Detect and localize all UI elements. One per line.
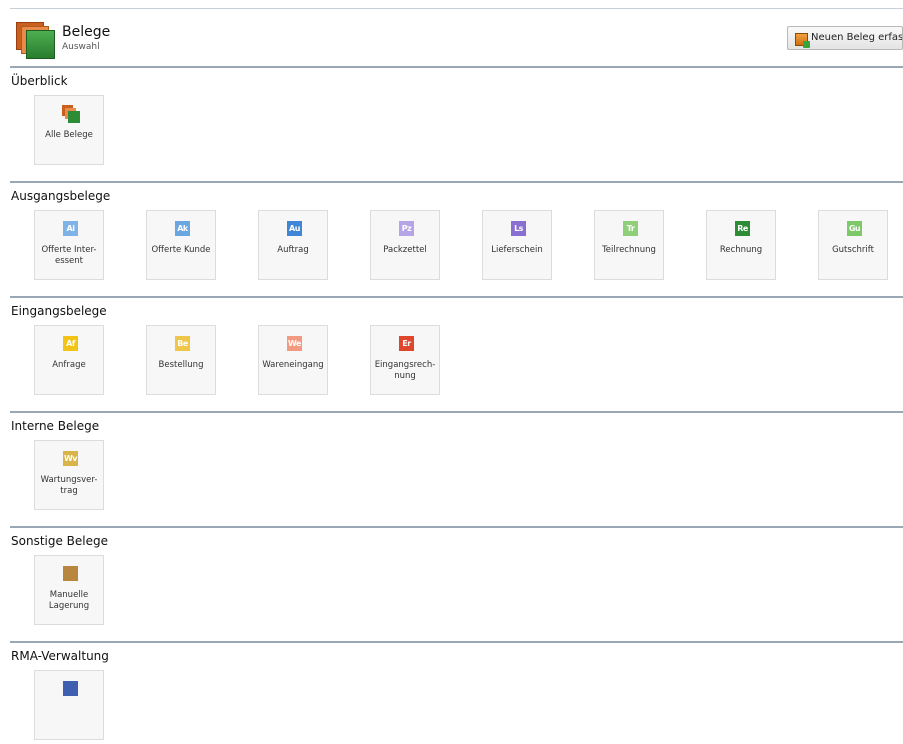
tile-label: Wartungsver-trag (40, 475, 98, 496)
section-title: Eingangsbelege (11, 304, 107, 318)
section-divider (10, 411, 903, 413)
tile-label: Gutschrift (832, 245, 874, 255)
tile-rechnung[interactable]: Re Rechnung (706, 210, 776, 280)
tile-gutschrift[interactable]: Gu Gutschrift (818, 210, 888, 280)
tile-label: Manuelle Lagerung (48, 590, 90, 611)
section-rma-verwaltung: RMA-Verwaltung (10, 641, 903, 744)
bestellung-icon: Be (175, 336, 190, 351)
auftrag-icon: Au (287, 221, 302, 236)
tile-anfrage[interactable]: Af Anfrage (34, 325, 104, 395)
tile-label: Anfrage (52, 360, 86, 370)
section-title: Ausgangsbelege (11, 189, 111, 203)
tile-row: Af Anfrage Be Bestellung We Wareneingang… (10, 319, 903, 399)
new-document-icon (795, 33, 810, 48)
top-divider (10, 8, 903, 9)
tile-label: Wareneingang (262, 360, 324, 370)
tile-row: Ai Offerte Inter-essent Ak Offerte Kunde… (10, 204, 903, 284)
tile-label: Packzettel (383, 245, 427, 255)
tile-label: Alle Belege (45, 130, 93, 140)
tile-wareneingang[interactable]: We Wareneingang (258, 325, 328, 395)
section-eingangsbelege: Eingangsbelege Af Anfrage Be Bestellung … (10, 296, 903, 399)
section-divider (10, 641, 903, 643)
tile-offerte-interessent[interactable]: Ai Offerte Inter-essent (34, 210, 104, 280)
manuelle-lagerung-icon (63, 566, 78, 581)
tile-row: Manuelle Lagerung (10, 549, 903, 629)
tile-bestellung[interactable]: Be Bestellung (146, 325, 216, 395)
section-title: RMA-Verwaltung (11, 649, 109, 663)
offerte-interessent-icon: Ai (63, 221, 78, 236)
tile-label: Bestellung (158, 360, 204, 370)
tile-offerte-kunde[interactable]: Ak Offerte Kunde (146, 210, 216, 280)
tile-label: Eingangsrech-nung (374, 360, 436, 381)
lieferschein-icon: Ls (511, 221, 526, 236)
page-header: Belege Auswahl Neuen Beleg erfassen (10, 18, 903, 64)
section-sonstige-belege: Sonstige Belege Manuelle Lagerung (10, 526, 903, 629)
tile-wartungsvertrag[interactable]: Wv Wartungsver-trag (34, 440, 104, 510)
page-title: Belege (62, 24, 111, 40)
wartungsvertrag-icon: Wv (63, 451, 78, 466)
section-overview: Überblick Alle Belege (10, 66, 903, 169)
belege-logo-icon (16, 22, 56, 59)
tile-row: Alle Belege (10, 89, 903, 169)
tile-manuelle-lagerung[interactable]: Manuelle Lagerung (34, 555, 104, 625)
section-title: Interne Belege (11, 419, 100, 433)
tile-row (10, 664, 903, 744)
tile-teilrechnung[interactable]: Tr Teilrechnung (594, 210, 664, 280)
anfrage-icon: Af (63, 336, 78, 351)
tile-label: Rechnung (719, 245, 763, 255)
section-title: Sonstige Belege (11, 534, 109, 548)
new-document-button[interactable]: Neuen Beleg erfassen (787, 26, 903, 50)
rechnung-icon: Re (735, 221, 750, 236)
section-divider (10, 296, 903, 298)
tile-alle-belege[interactable]: Alle Belege (34, 95, 104, 165)
tile-auftrag[interactable]: Au Auftrag (258, 210, 328, 280)
packzettel-icon: Pz (399, 221, 414, 236)
teilrechnung-icon: Tr (623, 221, 638, 236)
tile-label: Teilrechnung (602, 245, 656, 255)
eingangsrechnung-icon: Er (399, 336, 414, 351)
section-divider (10, 66, 903, 68)
rma-icon (63, 681, 78, 696)
documents-stack-icon (62, 105, 80, 123)
tile-label: Offerte Kunde (151, 245, 211, 255)
tile-lieferschein[interactable]: Ls Lieferschein (482, 210, 552, 280)
tile-eingangsrechnung[interactable]: Er Eingangsrech-nung (370, 325, 440, 395)
section-divider (10, 526, 903, 528)
page-subtitle: Auswahl (62, 42, 100, 52)
tile-label: Lieferschein (491, 245, 543, 255)
gutschrift-icon: Gu (847, 221, 862, 236)
section-divider (10, 181, 903, 183)
tile-rma[interactable] (34, 670, 104, 740)
tile-packzettel[interactable]: Pz Packzettel (370, 210, 440, 280)
section-interne-belege: Interne Belege Wv Wartungsver-trag (10, 411, 903, 514)
tile-label: Offerte Inter-essent (41, 245, 97, 266)
tile-row: Wv Wartungsver-trag (10, 434, 903, 514)
section-title: Überblick (11, 74, 68, 88)
section-ausgangsbelege: Ausgangsbelege Ai Offerte Inter-essent A… (10, 181, 903, 284)
offerte-kunde-icon: Ak (175, 221, 190, 236)
wareneingang-icon: We (287, 336, 302, 351)
new-document-label: Neuen Beleg erfassen (811, 32, 903, 43)
tile-label: Auftrag (277, 245, 309, 255)
